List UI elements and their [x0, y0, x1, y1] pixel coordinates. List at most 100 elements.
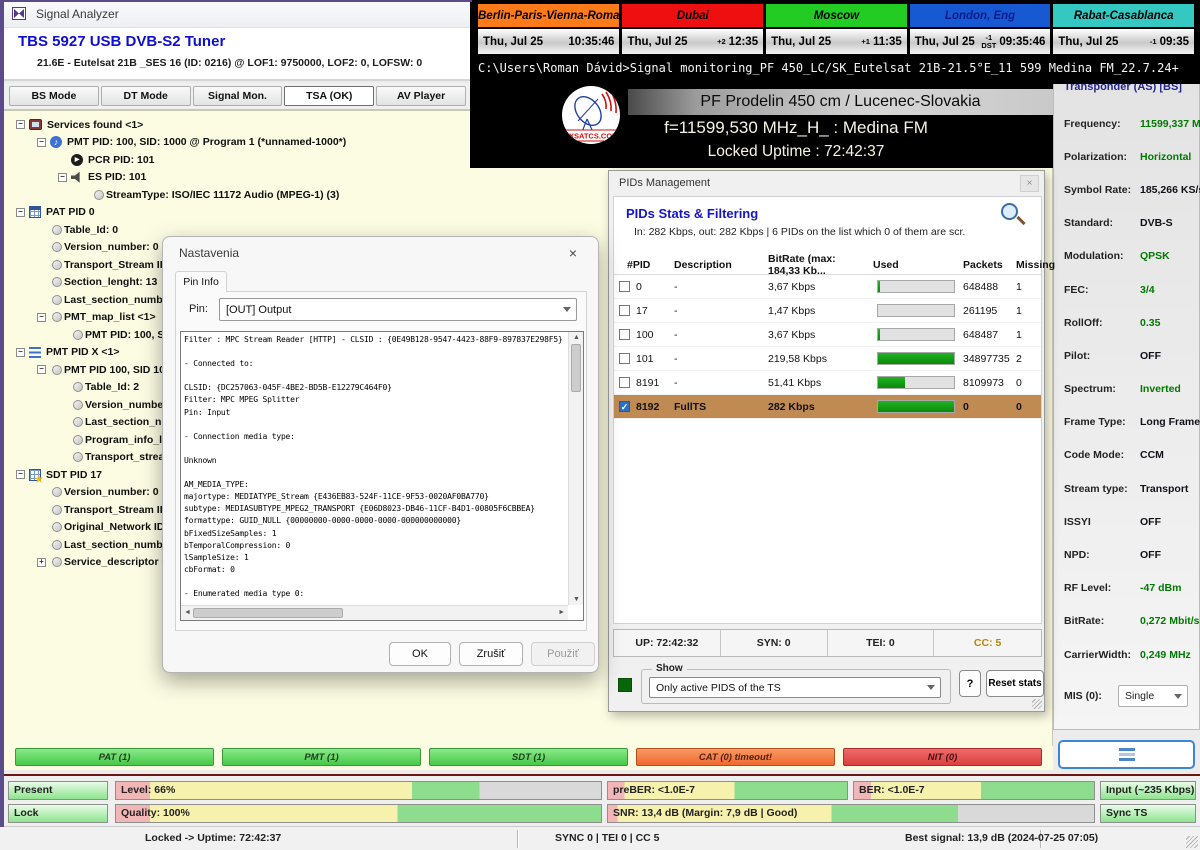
chevron-down-icon [1174, 694, 1182, 699]
tab-dt-mode[interactable]: DT Mode [101, 86, 191, 106]
pid-checkbox[interactable] [619, 305, 630, 316]
clock-date: Thu, Jul 25 [771, 36, 831, 48]
pid-table-header: #PIDDescriptionBitRate (max: 184,33 Kb..… [614, 253, 1041, 275]
pid-row[interactable]: 8192FullTS282 Kbps00 [614, 395, 1041, 419]
banner-line-3: Locked Uptime : 72:42:37 [560, 143, 1032, 161]
close-icon[interactable]: × [562, 243, 584, 263]
preber-bar: preBER: <1.0E-7 [607, 781, 848, 800]
vertical-scrollbar[interactable]: ▲ ▼ [568, 332, 583, 605]
tab-tsa-ok[interactable]: TSA (OK) [284, 86, 374, 106]
ok-button[interactable]: OK [389, 642, 451, 666]
dot-icon [52, 242, 62, 252]
tree-expand-toggle[interactable]: + [37, 558, 46, 567]
apply-button[interactable]: Použiť [531, 642, 595, 666]
show-filter-select[interactable]: Only active PIDS of the TS [649, 677, 941, 698]
music-icon [50, 136, 62, 148]
scroll-up-icon[interactable]: ▲ [569, 334, 584, 341]
tree-expand-toggle[interactable]: − [37, 138, 46, 147]
search-stats-icon[interactable] [999, 203, 1029, 233]
used-bar-fill [878, 329, 880, 340]
tree-item[interactable]: StreamType: ISO/IEC 11172 Audio (MPEG-1)… [12, 186, 592, 204]
tree-item-label: PMT PID 100, SID 1000 [64, 364, 177, 376]
tree-item[interactable]: −ES PID: 101 [12, 169, 592, 187]
scroll-thumb[interactable] [571, 344, 581, 392]
pid-checkbox[interactable] [619, 281, 630, 292]
pid-cell: 8191 [614, 377, 670, 389]
horizontal-scrollbar[interactable]: ◄ ► [181, 605, 568, 620]
transponder-value: Horizontal [1140, 151, 1191, 163]
scroll-down-icon[interactable]: ▼ [569, 596, 584, 603]
resize-grip[interactable] [1186, 836, 1198, 848]
dialog-title: Nastavenia [179, 246, 239, 260]
clock-offset-value: -1 [1150, 38, 1157, 46]
used-bar [877, 328, 955, 341]
pid-number: 101 [636, 353, 654, 365]
pid-cell: 17 [614, 305, 670, 317]
pid-row[interactable]: 8191-51,41 Kbps81099730 [614, 371, 1041, 395]
pin-select[interactable]: [OUT] Output [219, 298, 577, 321]
tree-expand-toggle[interactable]: − [37, 365, 46, 374]
transponder-value: OFF [1140, 549, 1161, 561]
pid-column-header[interactable]: BitRate (max: 184,33 Kb... [764, 253, 869, 277]
ber-bar: BER: <1.0E-7 [853, 781, 1095, 800]
pid-row[interactable]: 100-3,67 Kbps6484871 [614, 323, 1041, 347]
pid-checkbox[interactable] [619, 353, 630, 364]
pid-packets: 261195 [959, 305, 1012, 317]
tab-av-player[interactable]: AV Player [376, 86, 466, 106]
tab-signal-mon[interactable]: Signal Mon. [193, 86, 283, 106]
sync-ts-badge: Sync TS [1100, 804, 1196, 823]
pid-number: 0 [636, 281, 642, 293]
pid-row[interactable]: 101-219,58 Kbps348977352 [614, 347, 1041, 371]
pid-description: FullTS [670, 401, 764, 413]
tree-expand-toggle[interactable]: − [16, 120, 25, 129]
tree-expand-toggle[interactable]: − [16, 470, 25, 479]
transponder-row: ISSYIOFF [1054, 505, 1199, 538]
pid-column-header[interactable]: Packets [959, 259, 1012, 271]
clock-city: Moscow [766, 4, 907, 27]
tree-expand-toggle[interactable]: − [37, 313, 46, 322]
pid-missing: 1 [1012, 305, 1043, 317]
clock-column: DubaiThu, Jul 25+212:35 [622, 4, 763, 56]
dot-icon [73, 400, 83, 410]
tree-item-label: StreamType: ISO/IEC 11172 Audio (MPEG-1)… [106, 189, 339, 201]
pid-checkbox[interactable] [619, 377, 630, 388]
pid-row[interactable]: 17-1,47 Kbps2611951 [614, 299, 1041, 323]
pid-checkbox[interactable] [619, 329, 630, 340]
table-presence-bar: PMT (1) [222, 748, 421, 766]
banner-line-1: PF Prodelin 450 cm / Lucenec-Slovakia [628, 89, 1053, 115]
tab-bs-mode[interactable]: BS Mode [9, 86, 99, 106]
stream-list-button[interactable] [1058, 740, 1195, 769]
pid-column-header[interactable]: #PID [614, 259, 670, 271]
transponder-row: Spectrum:Inverted [1054, 373, 1199, 406]
show-label: Show [652, 663, 687, 674]
scroll-left-icon[interactable]: ◄ [184, 609, 191, 616]
tree-item-label: PMT PID X <1> [46, 346, 120, 358]
pid-packets: 648487 [959, 329, 1012, 341]
transponder-row: BitRate:0,272 Mbit/s [1054, 605, 1199, 638]
pid-description: - [670, 281, 764, 293]
scroll-right-icon[interactable]: ► [558, 609, 565, 616]
pid-column-header[interactable]: Used [869, 259, 959, 271]
pid-column-header[interactable]: Description [670, 259, 764, 271]
transponder-value: 0,249 MHz [1140, 649, 1191, 661]
pin-info-textarea[interactable]: Filter : MPC Stream Reader [HTTP] - CLSI… [180, 331, 584, 621]
pid-checkbox[interactable] [619, 401, 630, 412]
reset-stats-button[interactable]: Reset stats [986, 670, 1044, 697]
scroll-thumb[interactable] [193, 608, 343, 618]
transponder-label: Modulation: [1054, 250, 1140, 262]
tree-expand-toggle[interactable]: − [58, 173, 67, 182]
tree-expand-toggle[interactable]: − [16, 208, 25, 217]
pid-row[interactable]: 0-3,67 Kbps6484881 [614, 275, 1041, 299]
tree-item[interactable]: −PAT PID 0 [12, 204, 592, 222]
tab-pin-info[interactable]: Pin Info [175, 271, 227, 292]
transponder-label: Frequency: [1054, 118, 1140, 130]
close-icon[interactable]: × [1020, 175, 1039, 192]
transponder-row: RF Level:-47 dBm [1054, 572, 1199, 605]
cancel-button[interactable]: Zrušiť [459, 642, 523, 666]
help-button[interactable]: ? [959, 670, 981, 697]
tree-expand-toggle[interactable]: − [16, 348, 25, 357]
pid-column-header[interactable]: Missing [1012, 259, 1043, 271]
mis-select[interactable]: Single [1118, 685, 1188, 707]
table-presence-bar: NIT (0) [843, 748, 1042, 766]
resize-grip[interactable] [1032, 699, 1042, 709]
